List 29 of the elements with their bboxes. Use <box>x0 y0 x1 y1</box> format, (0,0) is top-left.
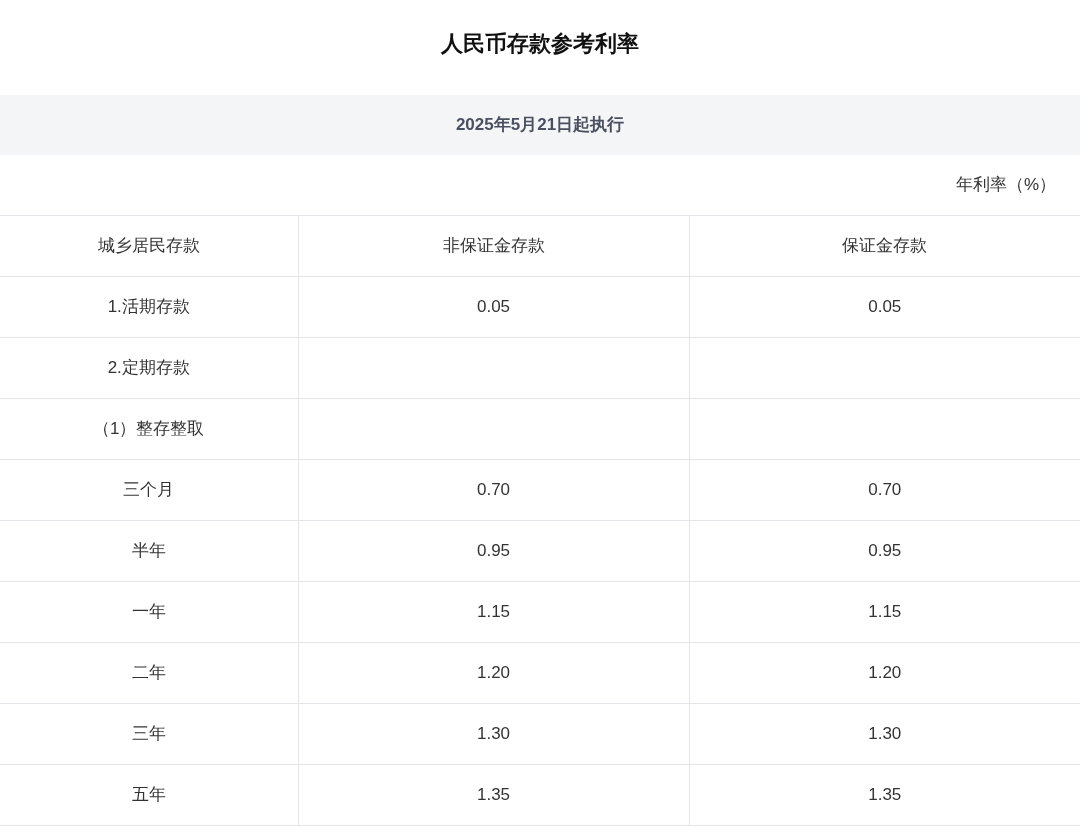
table-cell: 0.70 <box>298 459 689 521</box>
table-cell: 1.20 <box>689 642 1080 704</box>
column-header: 城乡居民存款 <box>0 215 298 277</box>
table-cell: 二年 <box>0 642 298 704</box>
table-cell: 0.95 <box>298 520 689 582</box>
effective-date: 2025年5月21日起执行 <box>455 114 625 137</box>
table-cell: 1.15 <box>689 581 1080 643</box>
table-cell: 半年 <box>0 520 298 582</box>
table-cell: 0.95 <box>689 520 1080 582</box>
table-cell: 1.35 <box>689 764 1080 826</box>
table-cell: 五年 <box>0 764 298 826</box>
table-cell: 1.15 <box>298 581 689 643</box>
table-cell: 1.20 <box>298 642 689 704</box>
page-title: 人民币存款参考利率 <box>441 30 639 58</box>
table-cell: 2.定期存款 <box>0 337 298 399</box>
table-cell: 三个月 <box>0 459 298 521</box>
table-cell: 0.70 <box>689 459 1080 521</box>
table-cell: 三年 <box>0 703 298 765</box>
column-header: 非保证金存款 <box>298 215 689 277</box>
table-cell: 0.05 <box>298 276 689 338</box>
table-cell: 1.30 <box>298 703 689 765</box>
table-cell: （1）整存整取 <box>0 398 298 460</box>
table-cell: 1.35 <box>298 764 689 826</box>
table-cell: 1.活期存款 <box>0 276 298 338</box>
table-cell: 0.05 <box>689 276 1080 338</box>
column-header: 保证金存款 <box>689 215 1080 277</box>
table-cell: 一年 <box>0 581 298 643</box>
unit-note: 年利率（%） <box>955 174 1056 197</box>
table-cell: 1.30 <box>689 703 1080 765</box>
